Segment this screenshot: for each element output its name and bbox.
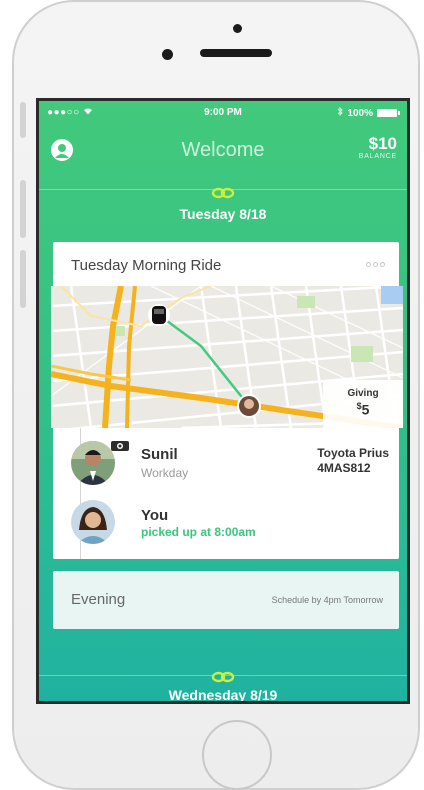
home-button[interactable]: [202, 720, 272, 790]
evening-label: Evening: [71, 591, 126, 608]
page-title: Welcome: [181, 139, 265, 161]
day-label-tuesday: Tuesday 8/18: [179, 206, 267, 222]
giving-badge: Giving $5: [323, 380, 403, 428]
driver-avatar[interactable]: [71, 441, 115, 485]
evening-card[interactable]: Evening Schedule by 4pm Tomorrow: [53, 571, 399, 629]
ride-card-title: Tuesday Morning Ride: [71, 257, 222, 274]
balance-amount: $10: [368, 134, 397, 153]
driver-company: Workday: [141, 466, 189, 480]
earpiece-speaker: [200, 49, 272, 57]
mute-switch: [20, 102, 26, 138]
giving-label: Giving: [347, 388, 379, 399]
pickup-status: picked up at 8:00am: [141, 525, 256, 539]
status-right: 100%: [337, 106, 400, 119]
status-bar: ●●●○○ 9:00 PM 100%: [39, 101, 407, 121]
ride-card-header[interactable]: Tuesday Morning Ride: [53, 242, 399, 288]
app-header: Welcome $10 BALANCE: [39, 131, 407, 175]
car-model: Toyota Prius: [317, 446, 389, 460]
link-icon: [211, 671, 235, 683]
car-info: Toyota Prius 4MAS812: [317, 446, 389, 476]
bluetooth-icon: [337, 106, 344, 119]
schedule-note: Schedule by 4pm Tomorrow: [271, 595, 383, 605]
day-label-wednesday: Wednesday 8/19: [168, 687, 278, 703]
balance-display[interactable]: $10 BALANCE: [358, 134, 397, 161]
battery-icon: [377, 109, 400, 117]
giving-value: 5: [361, 401, 370, 418]
camera-icon: [110, 439, 130, 451]
battery-percent: 100%: [347, 107, 373, 119]
volume-up-button: [20, 180, 26, 238]
route-map[interactable]: Giving $5: [51, 286, 403, 428]
driver-name: Sunil: [141, 446, 178, 463]
volume-down-button: [20, 250, 26, 308]
front-camera: [162, 49, 173, 60]
app-screen: ●●●○○ 9:00 PM 100% Welcome $10 BALANCE T…: [36, 98, 410, 704]
license-plate: 4MAS812: [317, 461, 371, 475]
riders-list: Sunil Workday Toyota Prius 4MAS812 You p…: [53, 428, 399, 559]
rider-name: You: [141, 507, 169, 524]
giving-amount: $5: [323, 401, 403, 418]
proximity-sensor: [233, 24, 242, 33]
more-options-icon[interactable]: [366, 262, 385, 267]
link-icon: [211, 187, 235, 199]
balance-label: BALANCE: [358, 153, 397, 160]
rider-avatar[interactable]: [71, 500, 115, 544]
